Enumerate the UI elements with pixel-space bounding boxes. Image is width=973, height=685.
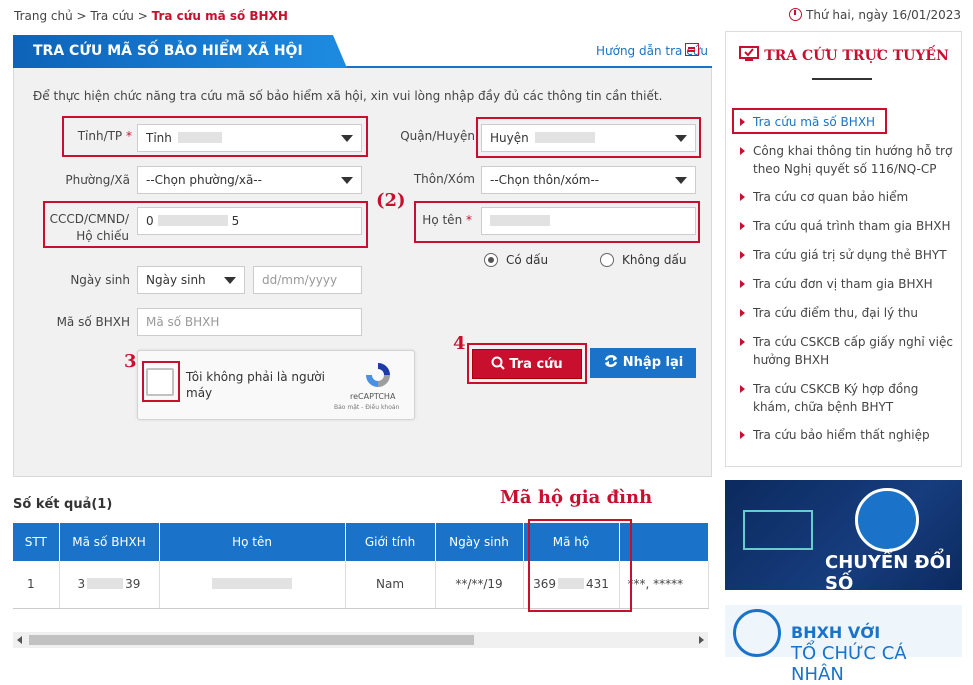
- scroll-thumb[interactable]: [29, 635, 474, 645]
- breadcrumb-lookup[interactable]: Tra cứu: [90, 9, 133, 23]
- horizontal-scrollbar[interactable]: [13, 632, 708, 648]
- laptop-icon: [743, 510, 813, 550]
- ward-label: Phường/Xã: [65, 173, 130, 187]
- radio-with-accent-label: Có dấu: [506, 253, 549, 267]
- sidebar-item-card-validity[interactable]: Tra cứu giá trị sử dụng thẻ BHYT: [738, 246, 958, 264]
- sidebar-item-sick-leave[interactable]: Tra cứu CSKCB cấp giấy nghỉ việc hưởng B…: [738, 333, 958, 369]
- people-icon: [733, 609, 781, 657]
- reset-button[interactable]: Nhập lại: [590, 348, 696, 378]
- chevron-down-icon: [224, 277, 236, 284]
- refresh-icon: [604, 355, 617, 367]
- annotation-3: 3: [124, 351, 137, 372]
- ward-select[interactable]: --Chọn phường/xã--: [137, 166, 362, 194]
- id-input[interactable]: 05: [137, 207, 362, 235]
- sidebar-item-contract[interactable]: Tra cứu CSKCB Ký hợp đồng khám, chữa bện…: [738, 380, 958, 416]
- chevron-down-icon: [675, 135, 687, 142]
- province-label: Tỉnh/TP *: [77, 129, 132, 143]
- cell-name: [159, 561, 346, 609]
- captcha-text: Tôi không phải là người máy: [186, 370, 325, 400]
- sidebar-divider: [812, 78, 872, 80]
- cell-stt: 1: [13, 561, 60, 609]
- district-label: Quận/Huyện: [400, 129, 475, 143]
- recaptcha-links[interactable]: Bảo mật - Điều khoản: [334, 404, 399, 411]
- cell-extra: ***, *****: [619, 561, 709, 609]
- intro-text: Để thực hiện chức năng tra cứu mã số bảo…: [33, 89, 663, 103]
- sidebar-item-unemployment[interactable]: Tra cứu bảo hiểm thất nghiệp: [738, 426, 958, 444]
- name-input[interactable]: [481, 207, 696, 235]
- sidebar-item-history[interactable]: Tra cứu quá trình tham gia BHXH: [738, 217, 958, 235]
- annotation-family-code: Mã hộ gia đình: [500, 487, 653, 508]
- recaptcha-brand: reCAPTCHA: [350, 392, 396, 401]
- cell-dob: **/**/19: [435, 561, 524, 609]
- district-select[interactable]: Huyện: [481, 124, 696, 152]
- chevron-down-icon: [341, 135, 353, 142]
- bhxh-label: Mã số BHXH: [56, 315, 130, 329]
- sidebar-item-agency[interactable]: Tra cứu cơ quan bảo hiểm: [738, 188, 958, 206]
- scroll-left-icon[interactable]: [17, 636, 22, 644]
- search-icon: [491, 356, 506, 370]
- province-select[interactable]: Tỉnh: [137, 124, 362, 152]
- vss-logo-icon: [855, 488, 919, 552]
- panel-title: TRA CỨU MÃ SỐ BẢO HIỂM XÃ HỘI: [13, 35, 347, 68]
- breadcrumb-home[interactable]: Trang chủ: [14, 9, 73, 23]
- col-stt: STT: [13, 523, 60, 561]
- sidebar-item-support[interactable]: Công khai thông tin hướng hỗ trợ theo Ng…: [738, 142, 958, 178]
- dob-label: Ngày sinh: [70, 273, 130, 287]
- digital-transform-banner[interactable]: CHUYỂN ĐỔI SỐ: [725, 480, 962, 594]
- household-highlight: [528, 519, 632, 612]
- breadcrumb: Trang chủ > Tra cứu > Tra cứu mã số BHXH: [14, 9, 288, 23]
- current-date: Thứ hai, ngày 16/01/2023: [789, 8, 961, 22]
- monitor-check-icon: [739, 46, 760, 61]
- col-name: Họ tên: [159, 523, 346, 561]
- sidebar-item-bhxh-code[interactable]: Tra cứu mã số BHXH: [738, 113, 958, 131]
- id-label: CCCD/CMND/Hộ chiếu: [49, 212, 129, 243]
- col-gender: Giới tính: [345, 523, 436, 561]
- sidebar-title: TRA CỨU TRỰC TUYẾN: [725, 45, 962, 64]
- search-button[interactable]: Tra cứu: [472, 349, 582, 379]
- chevron-down-icon: [675, 177, 687, 184]
- dob-type-select[interactable]: Ngày sinh: [137, 266, 245, 294]
- annotation-4: 4: [453, 333, 466, 354]
- hamlet-label: Thôn/Xóm: [413, 172, 475, 186]
- radio-with-accent[interactable]: [484, 253, 498, 267]
- cell-gender: Nam: [345, 561, 436, 609]
- chevron-down-icon: [341, 177, 353, 184]
- radio-no-accent-label: Không dấu: [622, 253, 687, 267]
- sidebar-item-collection-points[interactable]: Tra cứu điểm thu, đại lý thu: [738, 304, 958, 322]
- sidebar-item-unit[interactable]: Tra cứu đơn vị tham gia BHXH: [738, 275, 958, 293]
- clock-icon: [789, 8, 803, 21]
- results-count: Số kết quả(1): [13, 497, 113, 512]
- col-extra: [619, 523, 709, 561]
- scroll-right-icon[interactable]: [699, 636, 704, 644]
- annotation-2: (2): [376, 190, 406, 211]
- name-label: Họ tên *: [422, 213, 472, 227]
- col-dob: Ngày sinh: [435, 523, 524, 561]
- bhxh-organization-banner[interactable]: BHXH VỚI TỔ CHỨC CÁ NHÂN: [725, 605, 962, 685]
- captcha-checkbox[interactable]: [146, 368, 174, 396]
- recaptcha-icon: [366, 363, 390, 387]
- breadcrumb-current: Tra cứu mã số BHXH: [151, 9, 288, 23]
- radio-no-accent[interactable]: [600, 253, 614, 267]
- dob-input[interactable]: dd/mm/yyyy: [253, 266, 362, 294]
- bhxh-input[interactable]: Mã số BHXH: [137, 308, 362, 336]
- cell-bhxh: 3 39: [59, 561, 160, 609]
- hamlet-select[interactable]: --Chọn thôn/xóm--: [481, 166, 696, 194]
- col-bhxh: Mã số BHXH: [59, 523, 160, 561]
- guide-icon[interactable]: [685, 43, 699, 56]
